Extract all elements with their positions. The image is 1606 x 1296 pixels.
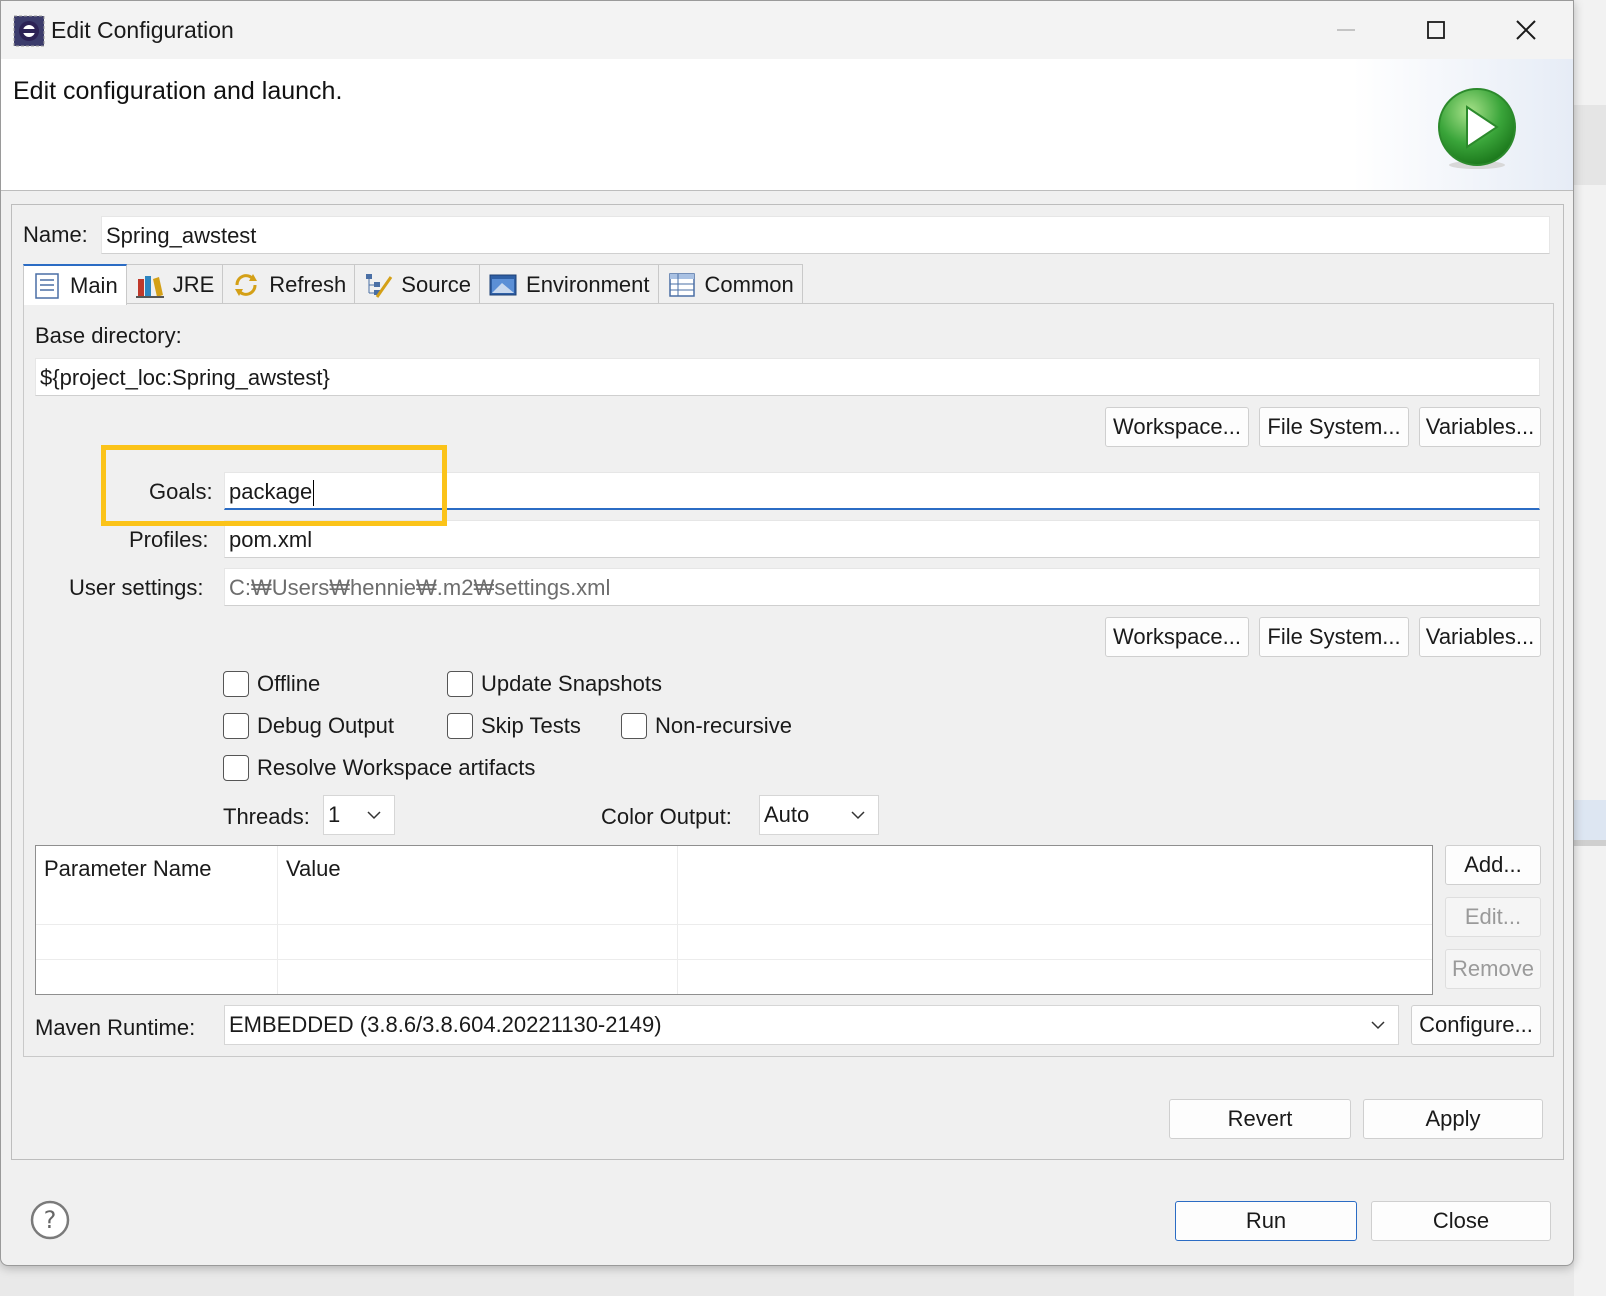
refresh-icon bbox=[235, 273, 258, 296]
source-icon bbox=[366, 273, 393, 298]
color-output-value: Auto bbox=[764, 802, 810, 827]
chevron-down-icon bbox=[1371, 1021, 1385, 1030]
edit-configuration-dialog: Edit Configuration Edit configuration an… bbox=[0, 0, 1574, 1266]
tab-common[interactable]: Common bbox=[657, 264, 803, 304]
run-button[interactable]: Run bbox=[1175, 1201, 1357, 1241]
minimize-icon bbox=[1337, 29, 1355, 31]
update-snapshots-checkbox[interactable]: Update Snapshots bbox=[447, 671, 662, 697]
checkbox-box bbox=[223, 755, 249, 781]
jre-books-icon bbox=[135, 275, 164, 298]
settings-workspace-button[interactable]: Workspace... bbox=[1105, 617, 1249, 657]
parameters-table[interactable]: Parameter Name Value bbox=[35, 845, 1433, 995]
maven-runtime-value: EMBEDDED (3.8.6/3.8.604.20221130-2149) bbox=[229, 1012, 662, 1037]
parameter-name-header[interactable]: Parameter Name bbox=[44, 856, 212, 882]
chevron-down-icon bbox=[367, 811, 381, 820]
color-output-label: Color Output: bbox=[601, 804, 732, 829]
settings-file-system-button[interactable]: File System... bbox=[1259, 617, 1409, 657]
skip-tests-checkbox[interactable]: Skip Tests bbox=[447, 713, 581, 739]
goals-input[interactable]: package bbox=[224, 472, 1540, 510]
tab-source[interactable]: Source bbox=[354, 264, 481, 304]
settings-variables-button[interactable]: Variables... bbox=[1419, 617, 1541, 657]
resolve-workspace-checkbox[interactable]: Resolve Workspace artifacts bbox=[223, 755, 535, 781]
svg-text:?: ? bbox=[44, 1206, 57, 1234]
background-selected-row bbox=[1574, 800, 1606, 840]
remove-parameter-button[interactable]: Remove bbox=[1445, 949, 1541, 989]
profiles-input[interactable]: pom.xml bbox=[224, 520, 1540, 558]
threads-label: Threads: bbox=[223, 804, 310, 829]
tab-refresh-label: Refresh bbox=[269, 271, 347, 297]
common-table-icon bbox=[668, 272, 695, 297]
checkbox-box bbox=[447, 713, 473, 739]
configure-runtime-button[interactable]: Configure... bbox=[1411, 1005, 1541, 1045]
main-tab-icon bbox=[35, 272, 59, 299]
close-button[interactable]: Close bbox=[1371, 1201, 1551, 1241]
offline-checkbox[interactable]: Offline bbox=[223, 671, 320, 697]
base-directory-label: Base directory: bbox=[35, 323, 182, 348]
edit-parameter-button[interactable]: Edit... bbox=[1445, 897, 1541, 937]
apply-button[interactable]: Apply bbox=[1363, 1099, 1543, 1139]
maven-runtime-label: Maven Runtime: bbox=[35, 1015, 196, 1040]
checkbox-box bbox=[223, 671, 249, 697]
tab-environment[interactable]: Environment bbox=[479, 264, 659, 304]
tab-main[interactable]: Main bbox=[23, 264, 127, 305]
profiles-label: Profiles: bbox=[129, 527, 209, 552]
tab-common-label: Common bbox=[704, 271, 794, 297]
name-label: Name: bbox=[23, 222, 88, 247]
background-window-strip bbox=[1574, 0, 1606, 1296]
maximize-button[interactable] bbox=[1391, 1, 1481, 59]
checkbox-box bbox=[447, 671, 473, 697]
dialog-banner: Edit configuration and launch. bbox=[1, 59, 1573, 191]
background-panel bbox=[1574, 105, 1606, 185]
background-divider bbox=[1574, 840, 1606, 846]
base-dir-workspace-button[interactable]: Workspace... bbox=[1105, 407, 1249, 447]
tab-jre[interactable]: JRE bbox=[125, 264, 224, 304]
chevron-down-icon bbox=[851, 811, 865, 820]
resolve-workspace-label: Resolve Workspace artifacts bbox=[257, 755, 536, 780]
user-settings-label: User settings: bbox=[69, 575, 204, 600]
text-caret bbox=[313, 480, 315, 507]
tab-bar: Main JRE Refresh Source Environment Comm… bbox=[23, 264, 803, 305]
value-header[interactable]: Value bbox=[286, 856, 341, 882]
base-dir-variables-button[interactable]: Variables... bbox=[1419, 407, 1541, 447]
non-recursive-label: Non-recursive bbox=[655, 713, 792, 738]
user-settings-input[interactable]: C:₩Users₩hennie₩.m2₩settings.xml bbox=[224, 568, 1540, 606]
minimize-button[interactable] bbox=[1301, 1, 1391, 59]
table-row bbox=[36, 959, 1432, 960]
checkbox-box bbox=[223, 713, 249, 739]
tab-main-label: Main bbox=[70, 272, 118, 298]
close-icon bbox=[1516, 20, 1536, 40]
revert-button[interactable]: Revert bbox=[1169, 1099, 1351, 1139]
threads-value: 1 bbox=[328, 802, 341, 827]
table-row bbox=[36, 924, 1432, 925]
maven-runtime-select[interactable]: EMBEDDED (3.8.6/3.8.604.20221130-2149) bbox=[224, 1005, 1399, 1045]
debug-output-checkbox[interactable]: Debug Output bbox=[223, 713, 394, 739]
close-window-button[interactable] bbox=[1481, 1, 1571, 59]
base-dir-file-system-button[interactable]: File System... bbox=[1259, 407, 1409, 447]
debug-output-label: Debug Output bbox=[257, 713, 394, 738]
non-recursive-checkbox[interactable]: Non-recursive bbox=[621, 713, 792, 739]
eclipse-app-icon bbox=[13, 15, 45, 47]
base-directory-input[interactable]: ${project_loc:Spring_awstest} bbox=[35, 358, 1540, 396]
skip-tests-label: Skip Tests bbox=[481, 713, 581, 738]
run-launch-icon bbox=[1438, 88, 1516, 169]
help-question-icon[interactable]: ? bbox=[29, 1199, 71, 1241]
color-output-select[interactable]: Auto bbox=[759, 795, 879, 835]
tab-source-label: Source bbox=[401, 271, 472, 297]
maximize-icon bbox=[1427, 21, 1445, 39]
tab-environment-label: Environment bbox=[526, 271, 650, 297]
update-snapshots-label: Update Snapshots bbox=[481, 671, 663, 696]
window-title: Edit Configuration bbox=[51, 17, 234, 43]
offline-label: Offline bbox=[257, 671, 321, 696]
goals-label: Goals: bbox=[149, 479, 213, 504]
environment-icon bbox=[489, 274, 517, 295]
threads-select[interactable]: 1 bbox=[323, 795, 395, 835]
goals-value: package bbox=[229, 479, 313, 504]
title-bar: Edit Configuration bbox=[1, 1, 1573, 59]
banner-title: Edit configuration and launch. bbox=[13, 77, 343, 105]
tab-refresh[interactable]: Refresh bbox=[222, 264, 356, 304]
add-parameter-button[interactable]: Add... bbox=[1445, 845, 1541, 885]
configuration-name-input[interactable]: Spring_awstest bbox=[101, 216, 1550, 254]
checkbox-box bbox=[621, 713, 647, 739]
tab-jre-label: JRE bbox=[172, 271, 215, 297]
